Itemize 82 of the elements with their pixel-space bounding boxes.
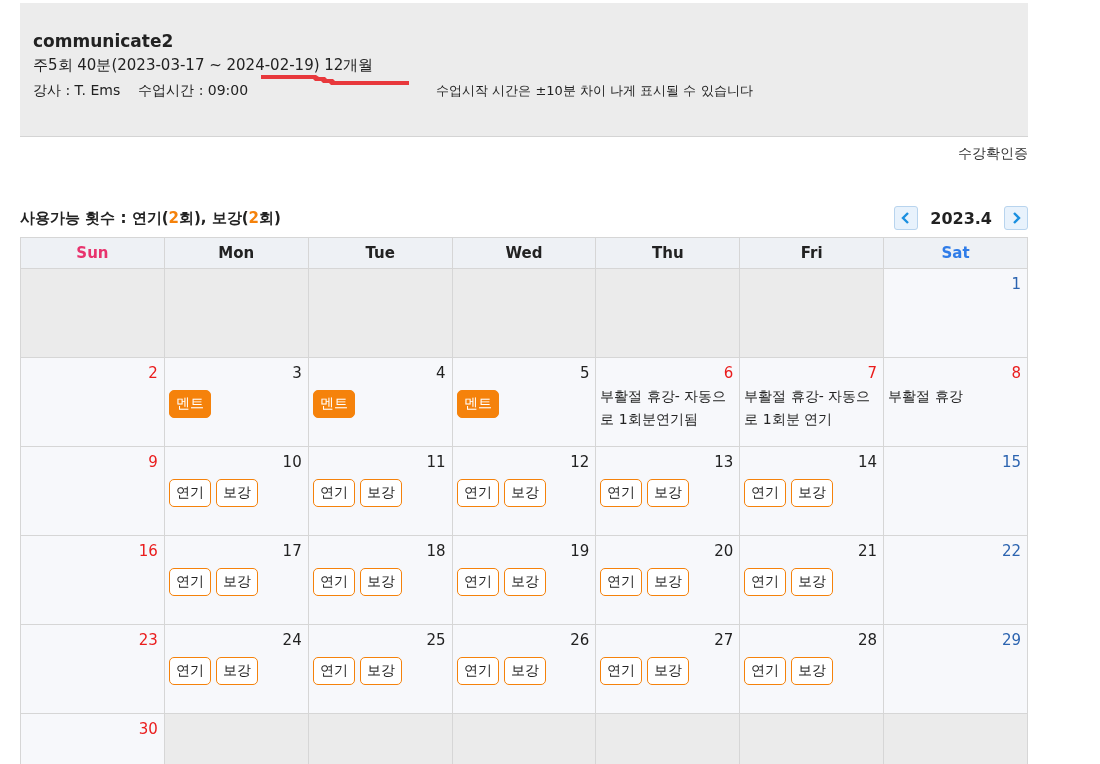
reschedule-button[interactable]: 보강	[215, 657, 258, 685]
certificate-link[interactable]: 수강확인증	[958, 145, 1028, 163]
day-number: 13	[714, 453, 734, 473]
reschedule-button[interactable]: 보강	[359, 657, 402, 685]
reschedule-button[interactable]: 연기	[312, 568, 355, 596]
day-number: 7	[867, 364, 878, 384]
chevron-right-icon	[1011, 212, 1021, 224]
reschedule-button[interactable]: 연기	[312, 479, 355, 507]
reschedule-button[interactable]: 연기	[744, 479, 787, 507]
reschedule-button[interactable]: 보강	[503, 657, 546, 685]
reschedule-button[interactable]: 연기	[168, 568, 211, 596]
previous-month-button[interactable]	[894, 206, 919, 230]
reschedule-button[interactable]: 연기	[456, 568, 499, 596]
month-label: 2023.4	[930, 208, 992, 228]
day-number: 16	[138, 542, 158, 562]
reschedule-button[interactable]: 연기	[456, 657, 499, 685]
weekday-header: Mon	[164, 238, 309, 269]
holiday-note: 부활절 휴강- 자동으로 1회분연기됨	[600, 387, 728, 429]
day-number: 14	[858, 453, 878, 473]
class-time-label: 수업시간 : 09:00	[138, 82, 249, 100]
day-number: 1	[1011, 275, 1021, 295]
reschedule-button[interactable]: 연기	[456, 479, 499, 507]
weekday-header: Thu	[596, 238, 741, 269]
reschedule-button[interactable]: 보강	[503, 479, 546, 507]
holiday-note: 부활절 휴강	[888, 387, 963, 406]
day-number: 20	[714, 542, 734, 562]
course-title: communicate2	[33, 31, 175, 51]
day-number: 27	[714, 631, 734, 651]
day-number: 5	[579, 364, 590, 384]
day-number: 12	[570, 453, 590, 473]
reschedule-button[interactable]: 보강	[359, 479, 402, 507]
day-number: 9	[148, 453, 158, 473]
time-notice: 수업시작 시간은 ±10분 차이 나게 표시될 수 있습니다	[436, 82, 753, 100]
reschedule-button[interactable]: 연기	[600, 568, 643, 596]
day-number: 17	[282, 542, 302, 562]
day-number: 22	[1001, 542, 1021, 562]
reschedule-button[interactable]: 연기	[600, 479, 643, 507]
reschedule-button[interactable]: 보강	[647, 479, 690, 507]
day-number: 24	[282, 631, 302, 651]
reschedule-button[interactable]: 보강	[647, 657, 690, 685]
day-number: 18	[426, 542, 446, 562]
reschedule-button[interactable]: 연기	[168, 479, 211, 507]
day-number: 19	[570, 542, 590, 562]
weekday-header: Wed	[452, 238, 597, 269]
reschedule-button[interactable]: 보강	[215, 479, 258, 507]
day-number: 25	[426, 631, 446, 651]
day-number: 30	[138, 720, 158, 740]
teacher-label: 강사 : T. Ems	[33, 82, 121, 100]
reschedule-button[interactable]: 보강	[791, 657, 834, 685]
day-number: 21	[858, 542, 878, 562]
chevron-left-icon	[901, 212, 912, 224]
day-number: 2	[148, 364, 158, 384]
course-schedule: 주5회 40분(2023-03-17 ~ 2024-02-19) 12개월	[33, 56, 374, 74]
weekday-header: Fri	[740, 238, 885, 269]
weekday-header: Sun	[21, 238, 165, 269]
weekday-header: Sat	[884, 238, 1028, 269]
reschedule-button[interactable]: 보강	[791, 568, 834, 596]
day-number: 8	[1011, 364, 1021, 384]
day-number: 4	[436, 364, 446, 384]
usage-count: 사용가능 횟수 : 연기(2회), 보강(2회)	[20, 208, 281, 228]
day-number: 11	[426, 453, 446, 473]
day-number: 23	[138, 631, 158, 651]
day-number: 6	[723, 364, 734, 384]
day-number: 29	[1001, 631, 1021, 651]
reschedule-button[interactable]: 연기	[600, 657, 643, 685]
reschedule-button[interactable]: 보강	[647, 568, 690, 596]
day-number: 10	[282, 453, 302, 473]
next-month-button[interactable]	[1004, 206, 1028, 230]
reschedule-button[interactable]: 연기	[744, 657, 787, 685]
reschedule-button[interactable]: 연기	[168, 657, 211, 685]
day-number: 3	[292, 364, 302, 384]
reschedule-button[interactable]: 연기	[744, 568, 787, 596]
day-number: 26	[570, 631, 590, 651]
day-number: 28	[858, 631, 878, 651]
weekday-header: Tue	[308, 238, 453, 269]
reschedule-button[interactable]: 보강	[503, 568, 546, 596]
reschedule-button[interactable]: 보강	[359, 568, 402, 596]
holiday-note: 부활절 휴강- 자동으로 1회분 연기	[744, 387, 872, 429]
reschedule-button[interactable]: 보강	[215, 568, 258, 596]
day-number: 15	[1001, 453, 1021, 473]
reschedule-button[interactable]: 연기	[312, 657, 355, 685]
reschedule-button[interactable]: 보강	[791, 479, 834, 507]
